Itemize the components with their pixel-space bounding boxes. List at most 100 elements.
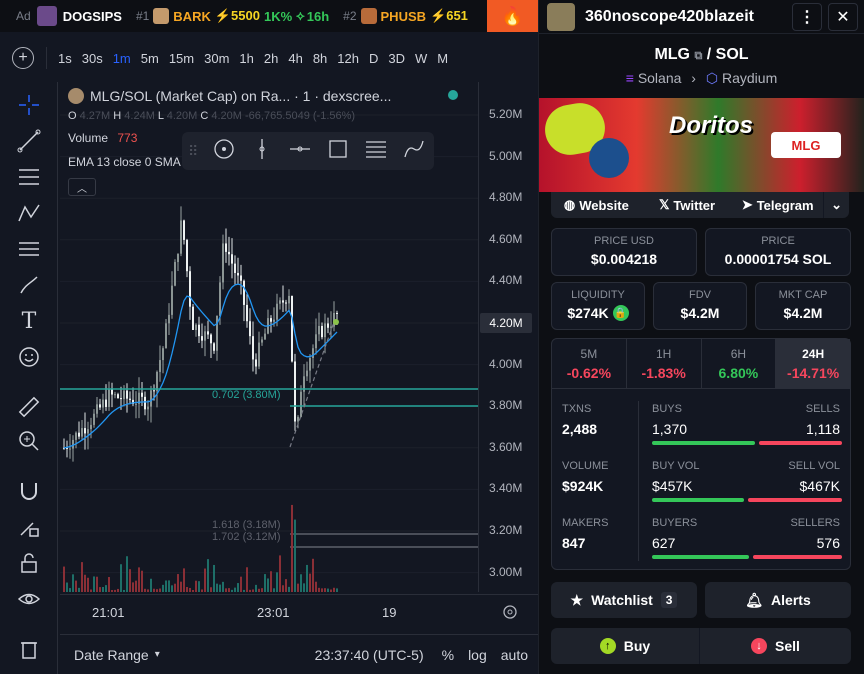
prediction-icon[interactable] [14,234,44,264]
timeframe-15m[interactable]: 15m [164,51,199,66]
volume-bar [297,583,299,592]
timeframe-4h[interactable]: 4h [283,51,307,66]
trending-fire-button[interactable]: 🔥 [487,0,538,32]
price-axis[interactable]: 5.20M 5.00M 4.80M 4.60M 4.40M 4.20M 4.00M 3.80M… [478,82,538,592]
volume-bar [285,579,287,592]
trendline-icon[interactable] [14,126,44,156]
drag-handle-icon[interactable]: ⠿ [188,143,198,160]
lock-icon[interactable]: 🔒 [612,305,629,321]
twitter-link[interactable]: 𝕏 Twitter [642,192,733,218]
zoom-in-icon[interactable] [14,426,44,456]
timeframe-D[interactable]: D [364,51,383,66]
text-tool-icon[interactable]: T [14,306,44,336]
time-axis[interactable]: 21:01 23:01 19 [60,594,538,632]
brush-icon[interactable] [14,270,44,300]
volume-bar [147,589,149,592]
ema-indicator[interactable]: EMA 13 close 0 SMA [68,155,181,169]
timeframe-1h[interactable]: 1h [234,51,258,66]
period-tab-6h[interactable]: 6H 6.80% [702,339,777,388]
period-tab-24h[interactable]: 24H -14.71% [776,339,850,388]
timeframe-1m[interactable]: 1m [108,51,136,66]
collapse-legend-button[interactable]: ︿ [68,178,96,196]
volume-bar [300,574,302,592]
period-tab-1h[interactable]: 1H -1.83% [627,339,702,388]
user-avatar[interactable] [547,2,575,31]
magnet-icon[interactable] [14,476,44,506]
date-range-button[interactable]: Date Range [74,647,149,663]
ruler-icon[interactable] [14,392,44,422]
dex-name[interactable]: Raydium [722,70,777,86]
chart-canvas[interactable] [60,82,538,674]
vertical-line-icon[interactable] [250,137,274,166]
website-link[interactable]: ◍ Website [551,192,642,218]
timeframe-12h[interactable]: 12h [332,51,364,66]
timeframe-M[interactable]: M [432,51,453,66]
candle-body [75,432,77,440]
volume-bar [219,584,221,592]
sell-button[interactable]: ↓ Sell [699,628,851,664]
period-tab-5m[interactable]: 5M -0.62% [552,339,627,388]
crosshair-icon[interactable] [14,90,44,120]
timeframe-5m[interactable]: 5m [136,51,164,66]
username[interactable]: 360noscope420blazeit [585,8,754,26]
auto-toggle[interactable]: auto [501,647,528,663]
candle-body [321,325,323,338]
pattern-icon[interactable] [14,198,44,228]
candle-body [165,323,167,349]
sponsor-name[interactable]: DOGSIPS [63,9,122,24]
volume-bar [306,564,308,592]
watchlist-button[interactable]: ★ Watchlist 3 [551,582,697,618]
timeframe-1s[interactable]: 1s [53,51,77,66]
timeframe-30s[interactable]: 30s [77,51,108,66]
volume-bar [189,587,191,592]
candle-body [198,324,200,337]
add-indicator-button[interactable]: + [12,47,34,69]
more-links-chevron-icon[interactable]: ⌄ [823,192,849,218]
chain-name[interactable]: Solana [638,70,682,86]
rectangle-tool-icon[interactable] [326,137,350,166]
price-tick: 3.20M [489,523,523,537]
trash-icon[interactable] [14,634,44,664]
price-tick: 5.00M [489,148,523,163]
telegram-link[interactable]: ➤ Telegram [732,192,823,218]
volume-bar [240,576,242,592]
alerts-button[interactable]: 🔔︎ Alerts [705,582,851,618]
fib-tool-icon[interactable] [364,137,388,166]
volume-bar [231,589,233,592]
percent-toggle[interactable]: % [442,647,454,663]
lock-drawing-icon[interactable] [14,512,44,542]
emoji-icon[interactable] [14,342,44,372]
path-tool-icon[interactable] [402,137,426,166]
price-chart[interactable]: MLG/SOL (Market Cap) on Ra... · 1 · dexs… [60,82,538,674]
current-price-label: 4.20M [480,313,532,333]
settings-gear-icon[interactable] [502,604,518,625]
circle-tool-icon[interactable] [212,137,236,166]
sells-label: SELLS [805,403,840,415]
timeframe-3D[interactable]: 3D [383,51,410,66]
price-tick: 5.20M [489,107,523,121]
log-toggle[interactable]: log [468,647,487,663]
volume-bar [156,589,158,592]
horizontal-line-icon[interactable] [288,137,312,166]
copy-icon[interactable]: ⧉ [694,50,702,62]
ad-label: Ad [16,9,31,23]
volume-bar [180,581,182,592]
timeframe-W[interactable]: W [410,51,432,66]
volume-bar [162,584,164,592]
close-icon[interactable]: ✕ [828,2,858,31]
candle-body [129,398,131,400]
candle-body [99,404,101,408]
chevron-down-icon[interactable]: ▾ [155,649,160,660]
trend-token-1[interactable]: BARK [173,9,211,24]
clock-display[interactable]: 23:37:40 (UTC-5) [315,647,424,663]
trend-token-2[interactable]: PHUSB [381,9,427,24]
unlock-icon[interactable] [14,548,44,578]
fib-retracement-icon[interactable] [14,162,44,192]
timeframe-8h[interactable]: 8h [308,51,332,66]
more-options-icon[interactable]: ⋮ [792,2,822,31]
timeframe-2h[interactable]: 2h [259,51,283,66]
eye-icon[interactable] [14,584,44,614]
candle-body [306,370,308,377]
buy-button[interactable]: ↑ Buy [551,628,699,664]
timeframe-30m[interactable]: 30m [199,51,234,66]
